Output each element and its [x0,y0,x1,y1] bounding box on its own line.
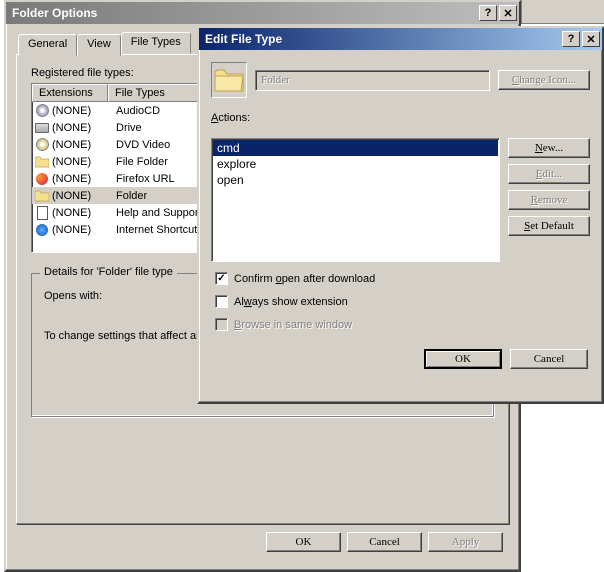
actions-list[interactable]: cmdexploreopen [211,138,500,262]
help-button[interactable]: ? [479,5,497,21]
action-item[interactable]: open [213,172,498,188]
ext-cell: (NONE) [52,190,116,202]
confirm-checkbox[interactable]: ✓ [215,272,228,285]
always-show-row[interactable]: Always show extension [215,295,590,308]
drive-icon [34,120,50,136]
doc-icon [34,205,50,221]
folder-options-titlebar: Folder Options ? ✕ [6,2,519,24]
ext-cell: (NONE) [52,156,116,168]
browse-same-label: Browse in same window [234,319,352,331]
edit-title: Edit File Type [205,32,282,46]
action-item[interactable]: explore [213,156,498,172]
action-item[interactable]: cmd [213,140,498,156]
tab-file-types[interactable]: File Types [121,32,191,54]
edit-cancel-button[interactable]: Cancel [510,349,588,369]
edit-help-button[interactable]: ? [562,31,580,47]
dvd-icon [34,137,50,153]
folder-icon [34,188,50,204]
folder-options-cancel[interactable]: Cancel [347,532,422,552]
edit-button[interactable]: Edit... [508,164,590,184]
always-show-label: Always show extension [234,296,348,308]
type-icon [211,62,247,98]
ext-cell: (NONE) [52,122,116,134]
ie-icon [34,222,50,238]
tab-general[interactable]: General [18,34,77,56]
edit-file-type-dialog: Edit File Type ? ✕ Change Icon... Action… [197,26,604,404]
ext-cell: (NONE) [52,139,116,151]
browse-same-row: Browse in same window [215,318,590,331]
cd-icon [34,103,50,119]
tab-view[interactable]: View [77,34,121,56]
edit-close-button[interactable]: ✕ [582,31,600,47]
ext-cell: (NONE) [52,224,116,236]
folder-options-ok[interactable]: OK [266,532,341,552]
type-name-input [255,70,490,91]
always-show-checkbox[interactable] [215,295,228,308]
ext-cell: (NONE) [52,105,116,117]
folder-options-title: Folder Options [12,6,97,20]
remove-button[interactable]: Remove [508,190,590,210]
confirm-label: Confirm open after download [234,273,375,285]
browse-same-checkbox [215,318,228,331]
set-default-button[interactable]: Set Default [508,216,590,236]
folder-icon [34,154,50,170]
new-button[interactable]: New... [508,138,590,158]
actions-label: Actions: [211,112,590,124]
change-icon-button[interactable]: Change Icon... [498,70,590,90]
ext-cell: (NONE) [52,207,116,219]
edit-ok-button[interactable]: OK [424,349,502,369]
folder-options-apply[interactable]: Apply [428,532,503,552]
confirm-open-row[interactable]: ✓ Confirm open after download [215,272,590,285]
edit-titlebar: Edit File Type ? ✕ [199,28,602,50]
col-extensions[interactable]: Extensions [32,84,108,102]
close-button[interactable]: ✕ [499,5,517,21]
details-title: Details for 'Folder' file type [40,266,177,278]
firefox-icon [34,171,50,187]
ext-cell: (NONE) [52,173,116,185]
